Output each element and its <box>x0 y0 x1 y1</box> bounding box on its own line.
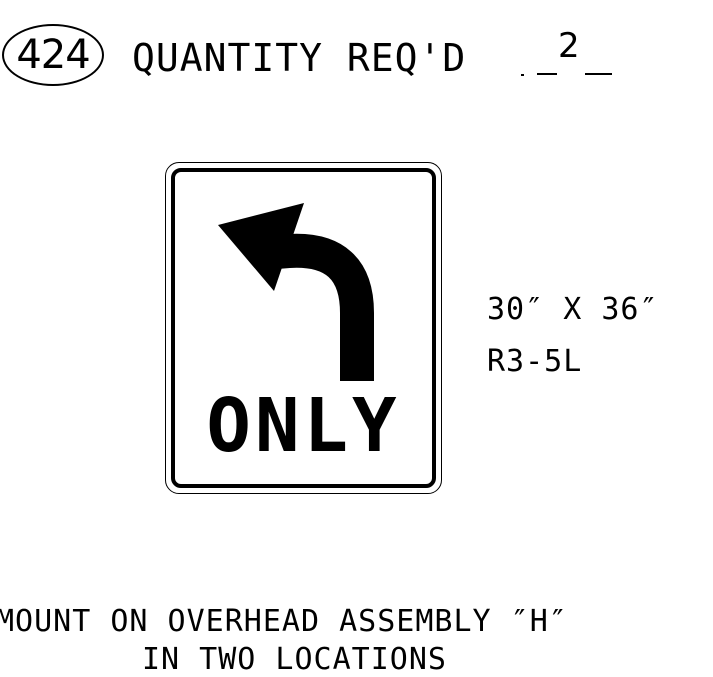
sign-size: 30″ X 36″ <box>487 292 659 327</box>
mounting-note-line-2: IN TWO LOCATIONS <box>142 642 447 677</box>
quantity-label: QUANTITY REQ'D <box>132 36 467 80</box>
sign-code: R3-5L <box>487 344 583 379</box>
quantity-underline-left <box>537 73 557 75</box>
quantity-underline-dot <box>521 74 524 76</box>
quantity-value: 2 <box>558 26 580 66</box>
sheet-number-oval: 424 <box>2 24 104 86</box>
quantity-underline-right <box>585 73 612 75</box>
mounting-note-line-1: MOUNT ON OVERHEAD ASSEMBLY ″H″ <box>0 604 568 639</box>
sheet-number: 424 <box>16 32 90 78</box>
sign-legend: ONLY <box>206 383 401 469</box>
regulatory-sign: ONLY <box>165 162 442 494</box>
